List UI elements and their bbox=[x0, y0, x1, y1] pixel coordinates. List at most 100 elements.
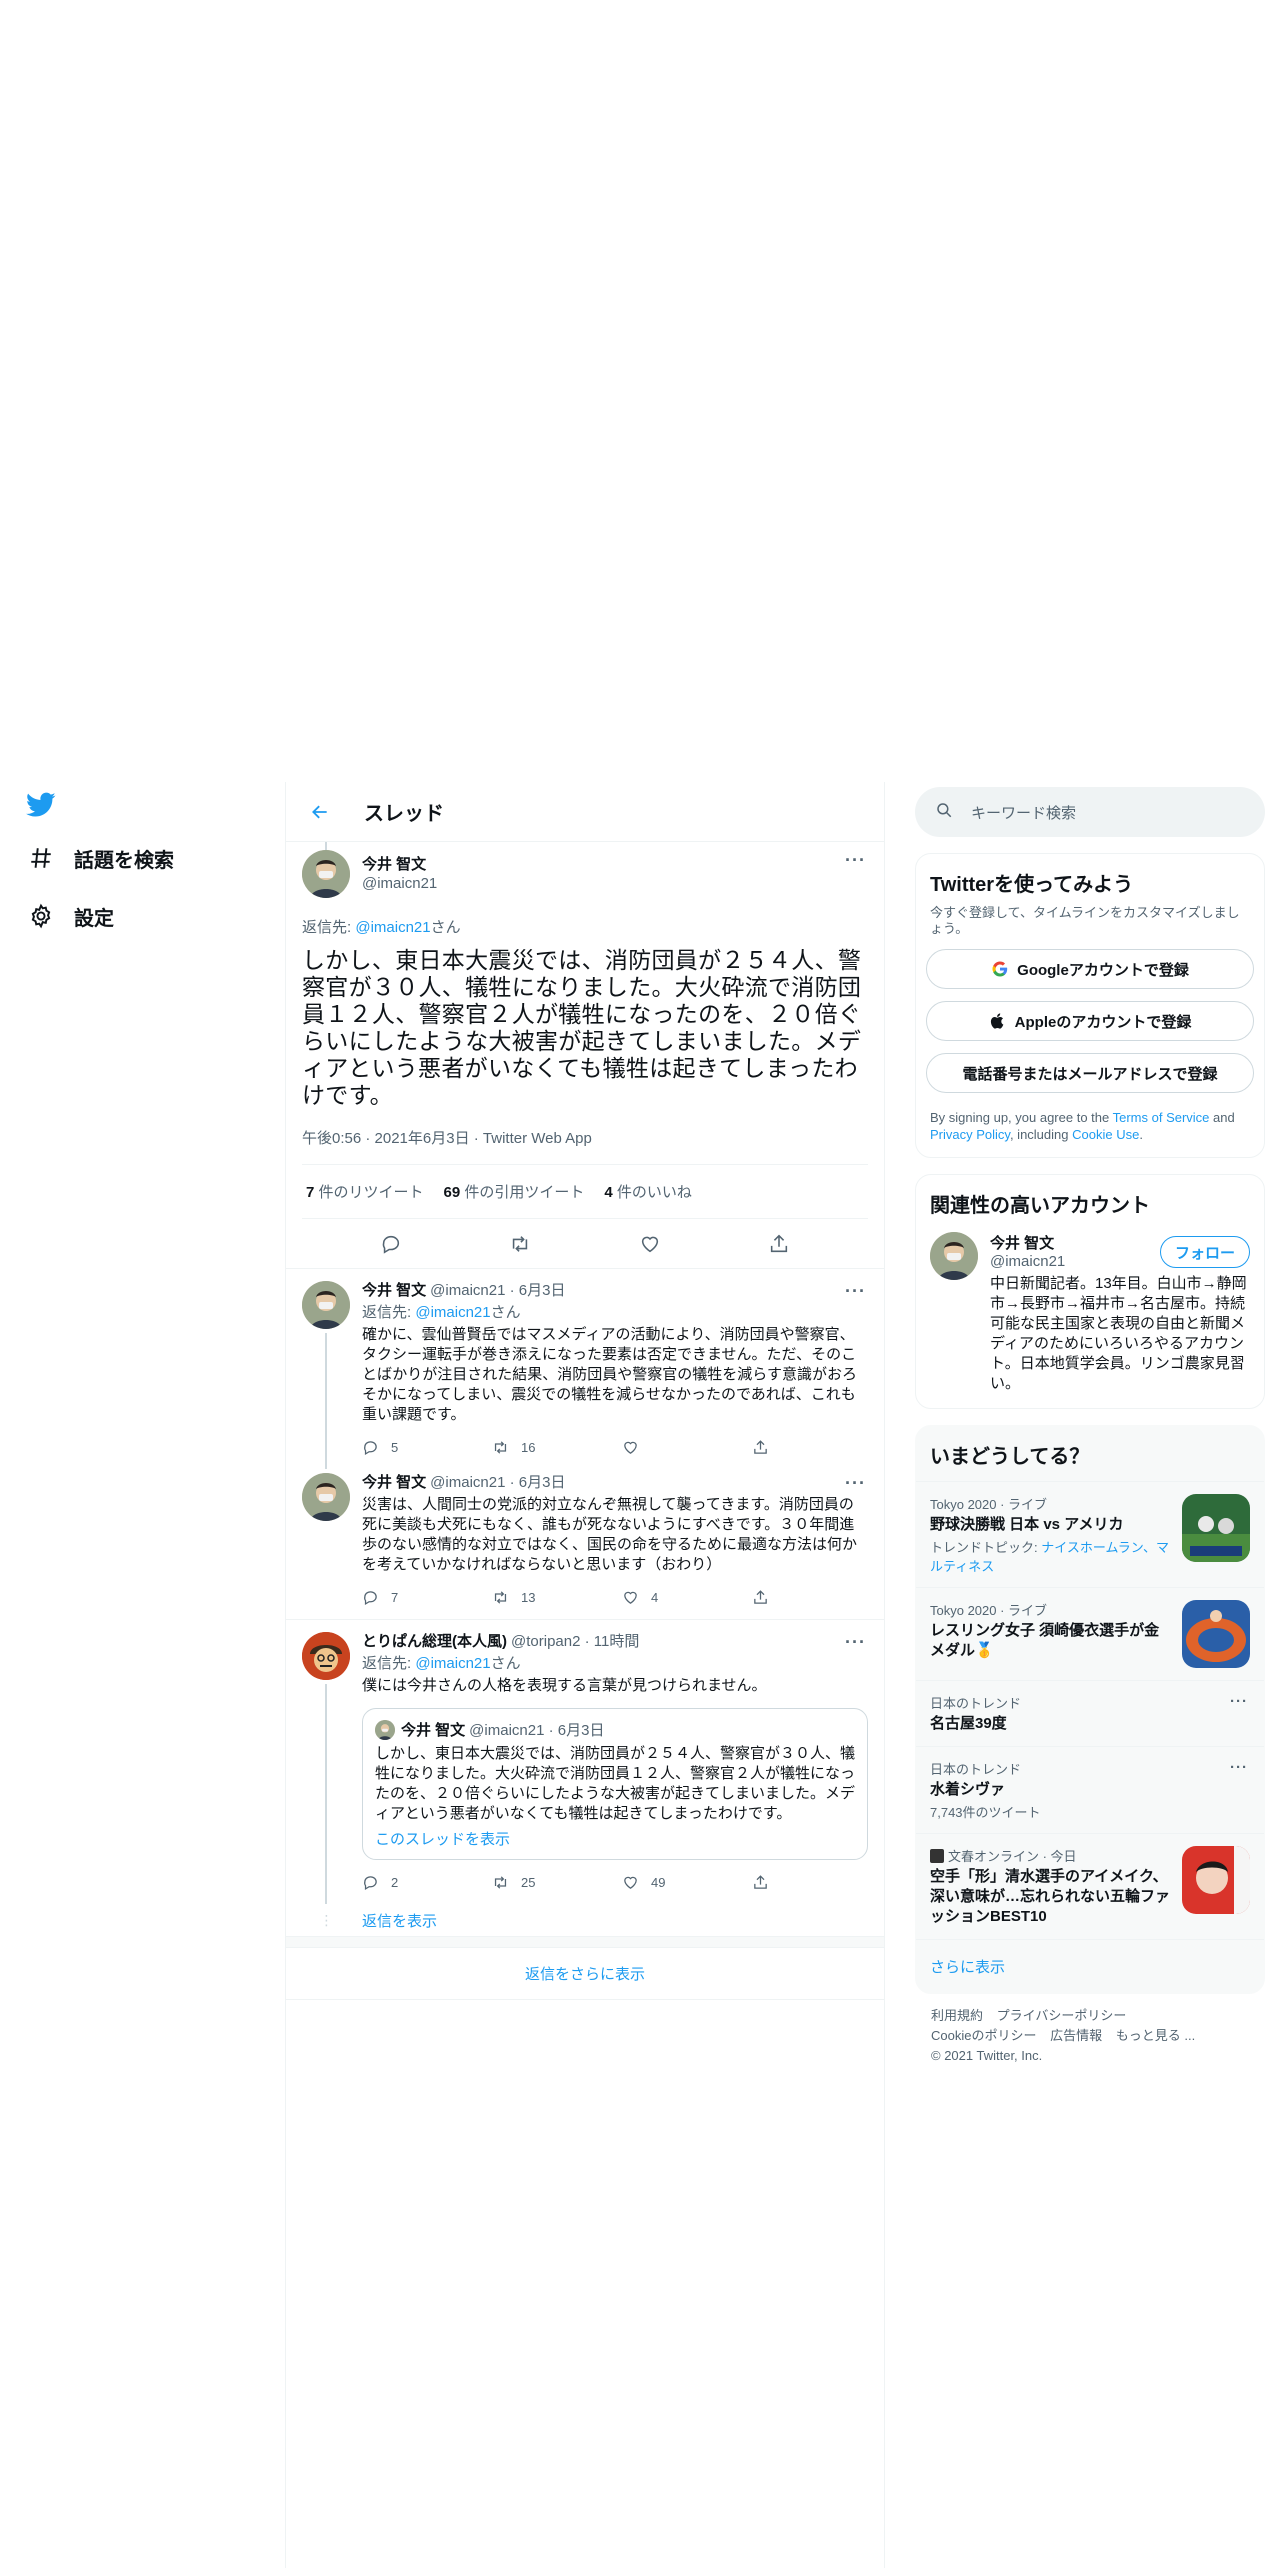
account-name[interactable]: 今井 智文 bbox=[990, 1232, 1065, 1253]
footer-link[interactable]: 利用規約 bbox=[931, 2008, 983, 2023]
share-icon[interactable] bbox=[761, 1226, 797, 1262]
search-icon bbox=[935, 801, 953, 824]
avatar[interactable] bbox=[302, 1281, 350, 1329]
trend-item[interactable]: 日本のトレンド 名古屋39度 ··· bbox=[916, 1680, 1264, 1746]
share-action[interactable] bbox=[752, 1439, 772, 1456]
author-name[interactable]: 今井 智文 bbox=[362, 1474, 426, 1491]
trend-category-text: 文春オンライン · 今日 bbox=[948, 1849, 1077, 1864]
more-icon[interactable]: ··· bbox=[845, 850, 866, 871]
show-more-link[interactable]: さらに表示 bbox=[916, 1939, 1264, 1993]
avatar[interactable] bbox=[930, 1232, 978, 1280]
account-item[interactable]: 今井 智文 @imaicn21 フォロー 中日新聞記者。13年目。白山市→静岡市… bbox=[916, 1218, 1264, 1408]
like-action[interactable]: 49 bbox=[622, 1874, 682, 1891]
more-icon[interactable]: ··· bbox=[845, 1632, 866, 1653]
reply-to-prefix: 返信先: bbox=[362, 1304, 416, 1321]
retweet-icon[interactable] bbox=[502, 1226, 538, 1262]
nav-explore[interactable]: 話題を検索 bbox=[24, 830, 274, 886]
avatar[interactable] bbox=[302, 1632, 350, 1680]
quoted-tweet[interactable]: 今井 智文 @imaicn21 · 6月3日 しかし、東日本大震災では、消防団員… bbox=[362, 1708, 868, 1860]
quotes-stat[interactable]: 69 件の引用ツイート bbox=[444, 1181, 585, 1202]
trend-category: 日本のトレンド bbox=[930, 1696, 1022, 1711]
reply-tweet[interactable]: とりぱん総理(本人風) @toripan2 · 11時間 ··· 返信先: @im… bbox=[286, 1620, 884, 1904]
author-handle[interactable]: @imaicn21 · 6月3日 bbox=[430, 1282, 565, 1299]
trend-item[interactable]: 文春オンライン · 今日 空手「形」清水選手のアイメイク、深い意味が…忘れられな… bbox=[916, 1833, 1264, 1939]
back-arrow-icon[interactable] bbox=[304, 796, 336, 828]
trend-item[interactable]: 日本のトレンド 水着シヴァ 7,743件のツイート ··· bbox=[916, 1746, 1264, 1833]
signup-title: Twitterを使ってみよう bbox=[930, 874, 1134, 896]
avatar[interactable] bbox=[302, 1473, 350, 1521]
reply-action[interactable]: 7 bbox=[362, 1589, 422, 1606]
trend-item[interactable]: Tokyo 2020 · ライブ 野球決勝戦 日本 vs アメリカ トレンドトピ… bbox=[916, 1481, 1264, 1587]
reply-to-suffix: さん bbox=[490, 1304, 521, 1321]
reply-mention[interactable]: @imaicn21 bbox=[415, 1304, 490, 1321]
trend-item[interactable]: Tokyo 2020 · ライブ レスリング女子 須崎優衣選手が金メダル🥇 bbox=[916, 1587, 1264, 1680]
nav-settings[interactable]: 設定 bbox=[24, 888, 274, 944]
footer-link[interactable]: もっと見る ... bbox=[1116, 2028, 1195, 2043]
share-action[interactable] bbox=[752, 1589, 772, 1606]
tweet-meta[interactable]: 午後0:56 · 2021年6月3日 · Twitter Web App bbox=[302, 1127, 868, 1165]
author-handle[interactable]: @imaicn21 bbox=[362, 874, 437, 893]
reply-to-suffix: さん bbox=[490, 1655, 521, 1672]
retweet-count: 13 bbox=[521, 1589, 536, 1605]
reply-icon[interactable] bbox=[373, 1226, 409, 1262]
thread-dots-icon: ⋮ bbox=[319, 1911, 334, 1928]
reply-mention[interactable]: @imaicn21 bbox=[415, 1655, 490, 1672]
author-name[interactable]: 今井 智文 bbox=[362, 855, 437, 874]
google-signup-button[interactable]: Googleアカウントで登録 bbox=[926, 949, 1254, 989]
search-input[interactable]: キーワード検索 bbox=[915, 787, 1265, 837]
reply-icon bbox=[364, 1875, 377, 1890]
more-icon[interactable]: ··· bbox=[845, 1281, 866, 1302]
reply-mention[interactable]: @imaicn21 bbox=[355, 919, 430, 936]
show-thread-link[interactable]: このスレッドを表示 bbox=[375, 1828, 855, 1849]
more-replies-button[interactable]: 返信をさらに表示 bbox=[286, 1948, 884, 2000]
retweet-action[interactable]: 13 bbox=[492, 1589, 552, 1606]
trend-thumbnail bbox=[1182, 1494, 1250, 1562]
trend-thumbnail bbox=[1182, 1846, 1250, 1914]
footer-link[interactable]: プライバシーポリシー bbox=[997, 2008, 1127, 2023]
author-handle[interactable]: @toripan2 · 11時間 bbox=[511, 1633, 639, 1650]
google-signup-label: Googleアカウントで登録 bbox=[1017, 961, 1189, 979]
more-icon[interactable]: ··· bbox=[1230, 1759, 1248, 1776]
share-action[interactable] bbox=[752, 1874, 772, 1891]
retweets-stat[interactable]: 7 件のリツイート bbox=[306, 1181, 424, 1202]
reply-tweet[interactable]: 今井 智文 @imaicn21 · 6月3日 ··· 災害は、人間同士の党派的対立… bbox=[286, 1469, 884, 1619]
reply-to-suffix: さん bbox=[430, 919, 461, 936]
terms-of-service-link[interactable]: Terms of Service bbox=[1113, 1110, 1210, 1125]
main-tweet: 今井 智文 @imaicn21 ··· 返信先: @imaicn21さん しかし… bbox=[286, 842, 884, 1269]
footer-link[interactable]: Cookieのポリシー bbox=[931, 2028, 1036, 2043]
retweet-action[interactable]: 25 bbox=[492, 1874, 552, 1891]
trends-title: いまどうしてる？ bbox=[930, 1446, 1090, 1468]
terms-text-4: . bbox=[1139, 1127, 1143, 1142]
trend-sub-prefix: トレンドトピック: bbox=[930, 1540, 1042, 1555]
show-replies[interactable]: ⋮ 返信を表示 bbox=[286, 1904, 884, 1936]
like-action[interactable] bbox=[622, 1439, 682, 1456]
reply-action[interactable]: 2 bbox=[362, 1874, 422, 1891]
retweet-action[interactable]: 16 bbox=[492, 1439, 552, 1456]
apple-signup-button[interactable]: Appleのアカウントで登録 bbox=[926, 1001, 1254, 1041]
author-name[interactable]: 今井 智文 bbox=[362, 1282, 426, 1299]
likes-stat[interactable]: 4 件のいいね bbox=[604, 1181, 692, 1202]
publisher-logo-icon bbox=[930, 1849, 944, 1863]
reply-action[interactable]: 5 bbox=[362, 1439, 422, 1456]
avatar[interactable] bbox=[302, 850, 350, 898]
like-count: 49 bbox=[651, 1874, 666, 1890]
follow-button[interactable]: フォロー bbox=[1159, 1236, 1250, 1268]
footer-link[interactable]: 広告情報 bbox=[1050, 2028, 1102, 2043]
author-handle[interactable]: @imaicn21 · 6月3日 bbox=[430, 1474, 565, 1491]
twitter-logo-icon[interactable] bbox=[18, 782, 64, 828]
footer: 利用規約 プライバシーポリシー Cookieのポリシー 広告情報 もっと見る .… bbox=[915, 1994, 1265, 2078]
reply-tweet[interactable]: 今井 智文 @imaicn21 · 6月3日 ··· 返信先: @imaicn21… bbox=[286, 1269, 884, 1469]
like-icon[interactable] bbox=[632, 1226, 668, 1262]
nav-settings-label: 設定 bbox=[74, 907, 114, 930]
sidebar-right: キーワード検索 Twitterを使ってみよう 今すぐ登録して、タイムラインをカス… bbox=[915, 782, 1265, 2078]
like-action[interactable]: 4 bbox=[622, 1589, 682, 1606]
more-icon[interactable]: ··· bbox=[1230, 1693, 1248, 1710]
author-name[interactable]: とりぱん総理(本人風) bbox=[362, 1633, 507, 1650]
privacy-policy-link[interactable]: Privacy Policy bbox=[930, 1127, 1010, 1142]
more-icon[interactable]: ··· bbox=[845, 1473, 866, 1494]
terms-text-1: By signing up, you agree to the bbox=[930, 1110, 1113, 1125]
phone-signup-button[interactable]: 電話番号またはメールアドレスで登録 bbox=[926, 1053, 1254, 1093]
account-handle[interactable]: @imaicn21 bbox=[990, 1253, 1065, 1270]
quote-author-name: 今井 智文 bbox=[401, 1722, 466, 1739]
cookie-use-link[interactable]: Cookie Use bbox=[1072, 1127, 1139, 1142]
